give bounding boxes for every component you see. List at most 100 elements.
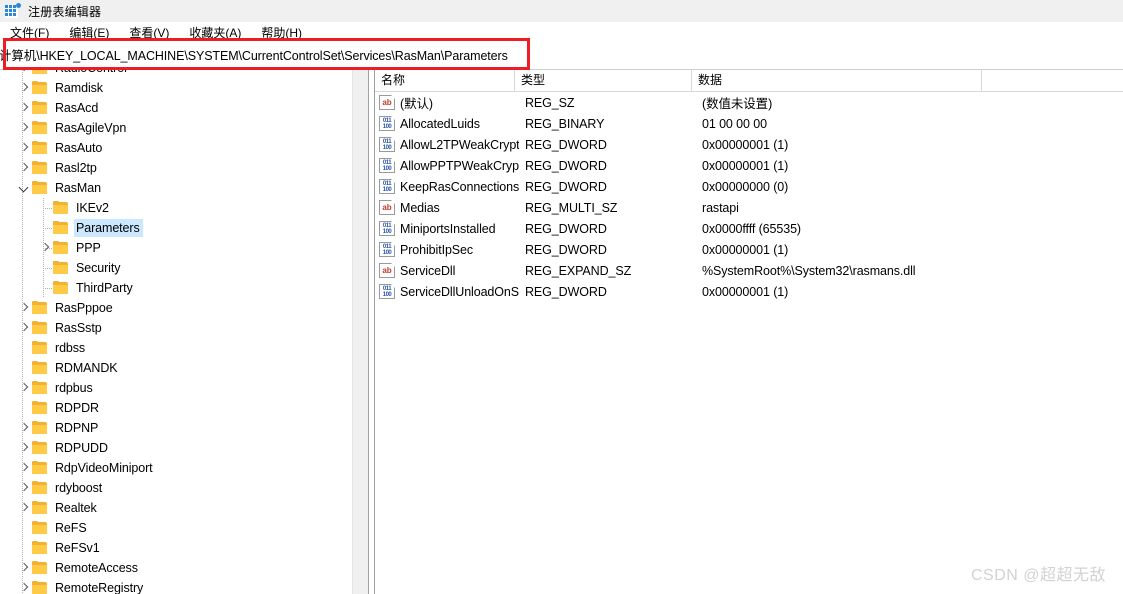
tree-item-rdmandk[interactable]: RDMANDK [0, 358, 368, 378]
registry-values-pane[interactable]: 名称 类型 数据 ab (默认) REG_SZ (数值未设置) 011 100 Allocate… [375, 70, 1123, 594]
tree-no-chevron [37, 258, 53, 278]
tree-item-label: RasAuto [55, 141, 103, 155]
tree-item-rdyboost[interactable]: rdyboost [0, 478, 368, 498]
value-row[interactable]: ab (默认) REG_SZ (数值未设置) [375, 92, 1123, 113]
tree-item-label: RasMan [55, 181, 101, 195]
chevron-right-icon[interactable] [16, 158, 32, 178]
tree-item-ramdisk[interactable]: Ramdisk [0, 78, 368, 98]
folder-icon [32, 70, 48, 75]
tree-item-rasagilevpn[interactable]: RasAgileVpn [0, 118, 368, 138]
address-bar[interactable]: 计算机\HKEY_LOCAL_MACHINE\SYSTEM\CurrentCon… [0, 45, 1123, 67]
value-row[interactable]: 011 100 AllocatedLuids REG_BINARY 01 00 00 0… [375, 113, 1123, 134]
title-bar: 注册表编辑器 [0, 0, 1123, 22]
chevron-right-icon[interactable] [37, 238, 53, 258]
tree-vertical-scrollbar[interactable] [352, 70, 368, 594]
folder-icon [32, 401, 48, 415]
value-data: (数值未设置) [702, 97, 773, 111]
chevron-right-icon[interactable] [16, 378, 32, 398]
tree-item-rdpnp[interactable]: RDPNP [0, 418, 368, 438]
chevron-right-icon[interactable] [16, 138, 32, 158]
value-row[interactable]: 011 100 MiniportsInstalled REG_DWORD 0x0000f… [375, 218, 1123, 239]
value-type: REG_BINARY [525, 116, 605, 131]
tree-item-thirdparty[interactable]: ThirdParty [0, 278, 368, 298]
value-row[interactable]: 011100 ServiceDllUnloadOnStop REG_DWORD 0x0… [375, 281, 1123, 302]
tree-item-label: IKEv2 [76, 201, 109, 215]
tree-item-rdpvideominiport[interactable]: RdpVideoMiniport [0, 458, 368, 478]
chevron-right-icon[interactable] [16, 318, 32, 338]
tree-item-ikev2[interactable]: IKEv2 [0, 198, 368, 218]
chevron-right-icon[interactable] [16, 438, 32, 458]
tree-item-rasman[interactable]: RasMan [0, 178, 368, 198]
tree-item-label: RasSstp [55, 321, 102, 335]
folder-icon [32, 541, 48, 555]
tree-item-rdpdr[interactable]: RDPDR [0, 398, 368, 418]
value-type: REG_DWORD [525, 158, 607, 173]
chevron-down-icon[interactable] [16, 178, 32, 198]
column-header-0[interactable]: 名称 [375, 70, 515, 92]
chevron-right-icon[interactable] [16, 578, 32, 594]
value-row[interactable]: 011 100 AllowPPTPWeakCrypto REG_DWORD 0x0000… [375, 155, 1123, 176]
menu-item-0[interactable]: 文件(F) [6, 23, 57, 42]
tree-item-ppp[interactable]: PPP [0, 238, 368, 258]
column-header-filler [982, 70, 1123, 92]
chevron-right-icon[interactable] [16, 498, 32, 518]
value-name: KeepRasConnections [400, 179, 519, 194]
value-row[interactable]: 011 100 AllowL2TPWeakCrypto REG_DWORD 0x0000… [375, 134, 1123, 155]
tree-item-rdpudd[interactable]: RDPUDD [0, 438, 368, 458]
tree-item-raspppoe[interactable]: RasPppoe [0, 298, 368, 318]
folder-icon [32, 301, 48, 315]
value-type: REG_DWORD [525, 284, 607, 299]
registry-tree-list: RadioControl Ramdisk RasAcd RasAgileVpn RasA… [0, 70, 368, 594]
folder-icon [53, 241, 69, 255]
tree-no-chevron [16, 538, 32, 558]
value-name: AllowPPTPWeakCrypto [400, 158, 519, 173]
chevron-right-icon[interactable] [16, 558, 32, 578]
chevron-right-icon[interactable] [16, 478, 32, 498]
chevron-right-icon[interactable] [16, 118, 32, 138]
value-row[interactable]: 011 100 ProhibitIpSec REG_DWORD 0x00000001 (… [375, 239, 1123, 260]
tree-guide-line [22, 278, 23, 298]
folder-icon [32, 321, 48, 335]
tree-item-rasacd[interactable]: RasAcd [0, 98, 368, 118]
binary-value-icon: 011 100 [379, 137, 395, 152]
tree-item-label: RemoteAccess [55, 561, 138, 575]
chevron-right-icon[interactable] [16, 458, 32, 478]
tree-item-security[interactable]: Security [0, 258, 368, 278]
column-header-1[interactable]: 类型 [515, 70, 692, 92]
value-row[interactable]: ab Medias REG_MULTI_SZ rastapi [375, 197, 1123, 218]
menu-item-4[interactable]: 帮助(H) [257, 23, 310, 42]
tree-item-rdpbus[interactable]: rdpbus [0, 378, 368, 398]
tree-item-rdbss[interactable]: rdbss [0, 338, 368, 358]
value-row[interactable]: ab ServiceDll REG_EXPAND_SZ %SystemRoot%\Sy… [375, 260, 1123, 281]
tree-item-rasl2tp[interactable]: Rasl2tp [0, 158, 368, 178]
menu-item-1[interactable]: 编辑(E) [65, 23, 117, 42]
tree-item-rassstp[interactable]: RasSstp [0, 318, 368, 338]
tree-guide-line [22, 218, 23, 238]
value-data: 0x00000001 (1) [702, 137, 789, 152]
chevron-right-icon[interactable] [16, 98, 32, 118]
tree-item-label: Security [76, 261, 121, 275]
tree-no-chevron [16, 338, 32, 358]
values-list: ab (默认) REG_SZ (数值未设置) 011 100 AllocatedLuids R… [375, 92, 1123, 302]
menu-item-2[interactable]: 查看(V) [125, 23, 177, 42]
chevron-right-icon[interactable] [16, 418, 32, 438]
tree-item-parameters[interactable]: Parameters [0, 218, 368, 238]
menu-item-3[interactable]: 收藏夹(A) [185, 23, 249, 42]
string-value-icon: ab [379, 263, 395, 278]
value-row[interactable]: 011 100 KeepRasConnections REG_DWORD 0x00000… [375, 176, 1123, 197]
tree-item-refs[interactable]: ReFS [0, 518, 368, 538]
tree-item-realtek[interactable]: Realtek [0, 498, 368, 518]
tree-item-remoteregistry[interactable]: RemoteRegistry [0, 578, 368, 594]
chevron-right-icon[interactable] [16, 78, 32, 98]
folder-icon [53, 261, 69, 275]
tree-item-remoteaccess[interactable]: RemoteAccess [0, 558, 368, 578]
pane-splitter[interactable] [368, 70, 375, 594]
chevron-right-icon[interactable] [16, 298, 32, 318]
value-data: 0x00000000 (0) [702, 179, 789, 194]
tree-item-refsv1[interactable]: ReFSv1 [0, 538, 368, 558]
column-header-2[interactable]: 数据 [692, 70, 982, 92]
registry-tree-pane[interactable]: RadioControl Ramdisk RasAcd RasAgileVpn RasA… [0, 70, 368, 594]
chevron-right-icon[interactable] [16, 70, 32, 78]
tree-item-rasauto[interactable]: RasAuto [0, 138, 368, 158]
tree-item-radiocontrol[interactable]: RadioControl [0, 70, 368, 78]
